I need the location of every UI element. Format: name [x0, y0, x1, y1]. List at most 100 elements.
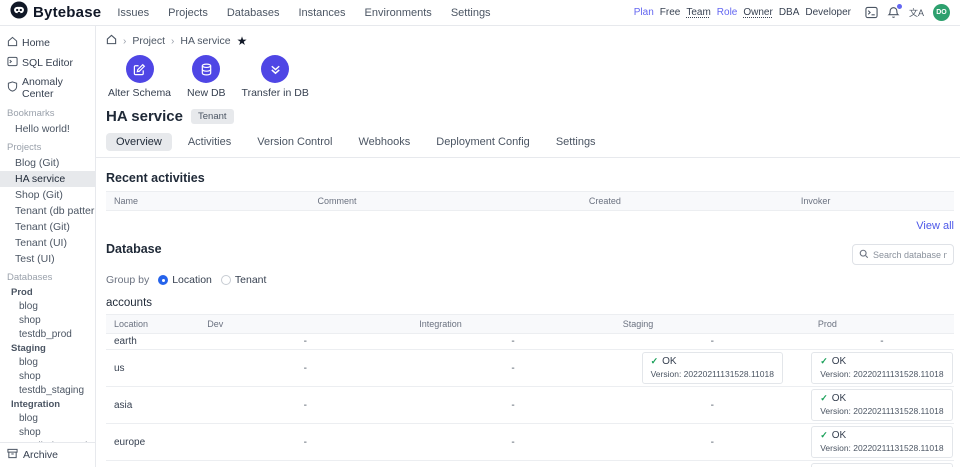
role-owner-link[interactable]: Owner: [743, 7, 772, 18]
version-text: Version: 20220211131528.11018: [820, 443, 943, 453]
plan-edition-link[interactable]: Team: [686, 7, 710, 18]
sidebar-db-item[interactable]: testdb_staging: [0, 383, 95, 397]
user-avatar[interactable]: DO: [933, 4, 950, 21]
main-nav: Issues Projects Databases Instances Envi…: [117, 7, 490, 19]
alter-schema-button[interactable]: Alter Schema: [108, 55, 171, 99]
check-icon: [651, 356, 659, 367]
table-row-asia[interactable]: asia - - - OK Version: 20220211131528.11…: [106, 387, 954, 424]
column-header-invoker: Invoker: [793, 192, 954, 210]
group-by-location-radio[interactable]: Location: [158, 274, 212, 286]
main-content: › Project › HA service Alter Schema New …: [96, 26, 960, 467]
column-header-staging: Staging: [615, 315, 810, 333]
page-title: HA service: [106, 108, 183, 125]
tab-bar: Overview Activities Version Control Webh…: [96, 133, 960, 158]
new-db-icon: [192, 55, 220, 83]
nav-settings[interactable]: Settings: [451, 7, 491, 19]
tab-settings[interactable]: Settings: [546, 133, 606, 151]
view-all-link[interactable]: View all: [106, 220, 954, 232]
brand-name: Bytebase: [33, 4, 101, 21]
new-db-button[interactable]: New DB: [187, 55, 226, 99]
database-section-title: Database: [106, 242, 162, 256]
top-navbar: Bytebase Issues Projects Databases Insta…: [0, 0, 960, 26]
check-icon: [820, 393, 828, 404]
sidebar-item-anomaly-center[interactable]: Anomaly Center: [0, 73, 95, 103]
projects-header: Projects: [0, 137, 95, 155]
nav-environments[interactable]: Environments: [365, 7, 432, 19]
sidebar-project-ha-service[interactable]: HA service: [0, 171, 95, 187]
table-row-mars[interactable]: mars - - - OK Version: 20220211131528.11…: [106, 461, 954, 467]
sidebar-project-test-ui[interactable]: Test (UI): [0, 251, 95, 267]
breadcrumb-home-icon[interactable]: [106, 34, 117, 48]
sidebar-project-tenant-ui[interactable]: Tenant (UI): [0, 235, 95, 251]
accounts-database-table: Location Dev Integration Staging Prod ea…: [106, 314, 954, 467]
status-card[interactable]: OK Version: 20220211131528.11018: [642, 352, 783, 384]
tab-webhooks[interactable]: Webhooks: [348, 133, 420, 151]
brand-logo[interactable]: Bytebase: [10, 1, 101, 24]
recent-activities-title: Recent activities: [106, 171, 954, 185]
nav-projects[interactable]: Projects: [168, 7, 208, 19]
archive-icon: [7, 448, 18, 462]
transfer-in-db-button[interactable]: Transfer in DB: [242, 55, 309, 99]
table-row-us[interactable]: us - - OK Version: 20220211131528.11018 …: [106, 350, 954, 387]
column-header-name: Name: [106, 192, 310, 210]
nav-issues[interactable]: Issues: [117, 7, 149, 19]
status-card[interactable]: OK Version: 20220211131528.11018: [811, 463, 952, 467]
breadcrumb-project[interactable]: Project: [132, 35, 165, 47]
search-input[interactable]: [873, 250, 947, 260]
home-icon: [7, 36, 18, 50]
sidebar-item-sql-editor[interactable]: SQL Editor: [0, 53, 95, 73]
status-card[interactable]: OK Version: 20220211131528.11018: [811, 426, 952, 458]
status-card[interactable]: OK Version: 20220211131528.11018: [811, 389, 952, 421]
sidebar: Home SQL Editor Anomaly Center Bookmarks…: [0, 26, 96, 467]
sidebar-project-tenant-db-pattern[interactable]: Tenant (db pattern): [0, 203, 95, 219]
sidebar-project-tenant-git[interactable]: Tenant (Git): [0, 219, 95, 235]
sidebar-db-item[interactable]: blog: [0, 355, 95, 369]
table-row-earth[interactable]: earth - - - -: [106, 334, 954, 350]
column-header-dev: Dev: [199, 315, 411, 333]
recent-activities-empty-body: [106, 211, 954, 218]
nav-instances[interactable]: Instances: [298, 7, 345, 19]
notification-badge: [897, 4, 902, 9]
database-search[interactable]: [852, 244, 954, 265]
role-dba: DBA: [779, 7, 800, 18]
sidebar-item-archive[interactable]: Archive: [0, 442, 95, 467]
column-header-created: Created: [581, 192, 793, 210]
sql-editor-icon: [7, 56, 18, 70]
alter-schema-icon: [126, 55, 154, 83]
sidebar-db-item[interactable]: shop: [0, 369, 95, 383]
tab-overview[interactable]: Overview: [106, 133, 172, 151]
bytebase-logo-icon: [10, 1, 28, 24]
sidebar-db-item[interactable]: testdb_prod: [0, 327, 95, 341]
check-icon: [820, 356, 828, 367]
sidebar-db-item[interactable]: blog: [0, 299, 95, 313]
status-card[interactable]: OK Version: 20220211131528.11018: [811, 352, 952, 384]
db-group-title: accounts: [106, 297, 954, 309]
sidebar-db-item[interactable]: shop: [0, 313, 95, 327]
tab-version-control[interactable]: Version Control: [247, 133, 342, 151]
nav-databases[interactable]: Databases: [227, 7, 280, 19]
databases-header: Databases: [0, 267, 95, 285]
sidebar-project-blog-git[interactable]: Blog (Git): [0, 155, 95, 171]
bookmark-item[interactable]: Hello world!: [0, 121, 95, 137]
tenant-badge: Tenant: [191, 109, 234, 124]
sidebar-item-home[interactable]: Home: [0, 33, 95, 53]
transfer-in-db-icon: [261, 55, 289, 83]
tab-deployment-config[interactable]: Deployment Config: [426, 133, 540, 151]
sidebar-db-item[interactable]: shop: [0, 425, 95, 439]
favorite-star-icon[interactable]: [237, 34, 248, 48]
role-label: Role: [717, 7, 738, 18]
table-row-europe[interactable]: europe - - - OK Version: 20220211131528.…: [106, 424, 954, 461]
tab-activities[interactable]: Activities: [178, 133, 241, 151]
column-header-integration: Integration: [411, 315, 615, 333]
language-icon[interactable]: [909, 6, 924, 19]
column-header-comment: Comment: [310, 192, 581, 210]
breadcrumb-separator: ›: [171, 36, 174, 47]
terminal-icon[interactable]: [865, 6, 878, 19]
plan-label: Plan: [634, 7, 654, 18]
recent-activities-table: Name Comment Created Invoker: [106, 191, 954, 218]
notification-bell-icon[interactable]: [887, 6, 900, 19]
radio-selected-icon: [158, 275, 168, 285]
group-by-tenant-radio[interactable]: Tenant: [221, 274, 267, 286]
sidebar-db-item[interactable]: blog: [0, 411, 95, 425]
sidebar-project-shop-git[interactable]: Shop (Git): [0, 187, 95, 203]
